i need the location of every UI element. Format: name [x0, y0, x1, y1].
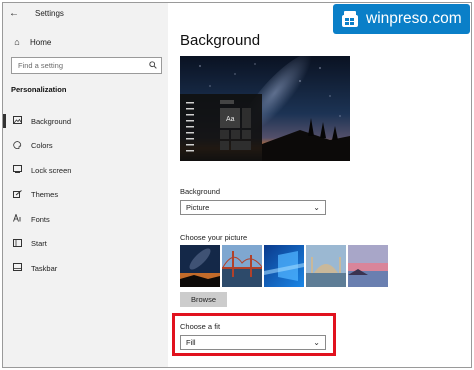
page-title: Background	[180, 32, 261, 49]
thumbnail-windows-blue[interactable]	[264, 245, 304, 287]
sidebar-item-label: Taskbar	[31, 263, 58, 273]
preview-image: Aa	[180, 56, 350, 161]
section-title: Personalization	[11, 85, 67, 94]
back-arrow-icon[interactable]: ←	[9, 8, 25, 19]
chevron-down-icon: ⌄	[313, 338, 320, 347]
search-icon[interactable]	[149, 60, 157, 71]
sidebar-item-colors[interactable]: Colors	[3, 134, 168, 159]
brush-icon	[11, 189, 23, 200]
sidebar-item-label: Background	[31, 116, 72, 126]
choose-picture-label: Choose your picture	[180, 233, 248, 242]
nav-list: Background Colors Lock screen Themes Fon…	[3, 109, 168, 281]
background-dropdown-value: Picture	[186, 203, 210, 212]
lock-screen-icon	[11, 165, 23, 175]
chevron-down-icon: ⌄	[313, 203, 320, 212]
sidebar-item-label: Lock screen	[31, 165, 72, 175]
sidebar-item-label: Fonts	[31, 214, 50, 224]
thumbnail-mosque[interactable]	[306, 245, 346, 287]
sidebar-item-label: Start	[31, 239, 47, 249]
title-bar: ← Settings	[3, 3, 168, 23]
brand-text: winpreso.com	[366, 10, 462, 27]
home-icon: ⌂	[14, 37, 20, 47]
nav-home[interactable]: ⌂ Home	[3, 33, 168, 51]
taskbar-icon	[11, 263, 23, 273]
window-title: Settings	[35, 8, 64, 18]
picture-thumbnails	[180, 245, 388, 287]
background-preview: Aa	[180, 56, 350, 161]
font-icon	[11, 213, 23, 224]
sidebar-item-lock-screen[interactable]: Lock screen	[3, 158, 168, 183]
search-placeholder: Find a setting	[18, 61, 64, 70]
background-dropdown[interactable]: Picture ⌄	[180, 200, 326, 215]
palette-icon	[11, 140, 23, 151]
settings-window: ← Settings ⌂ Home Find a setting Persona…	[2, 2, 472, 368]
preview-sample-text: Aa	[226, 116, 235, 123]
main-content: Background Aa Background Picture ⌄ Choos…	[168, 3, 471, 367]
fit-dropdown[interactable]: Fill ⌄	[180, 335, 326, 350]
brand-badge: winpreso.com	[333, 4, 470, 34]
picture-icon	[11, 116, 23, 126]
fit-dropdown-value: Fill	[186, 338, 196, 347]
background-label: Background	[180, 187, 221, 196]
nav-home-label: Home	[30, 37, 52, 47]
sidebar-item-start[interactable]: Start	[3, 232, 168, 257]
sidebar-item-label: Themes	[31, 190, 59, 200]
search-input[interactable]: Find a setting	[11, 57, 162, 74]
sidebar-item-themes[interactable]: Themes	[3, 183, 168, 208]
sidebar-item-background[interactable]: Background	[3, 109, 168, 134]
thumbnail-bridge[interactable]	[222, 245, 262, 287]
sidebar: ← Settings ⌂ Home Find a setting Persona…	[3, 3, 168, 367]
sidebar-item-label: Colors	[31, 141, 53, 151]
sidebar-item-fonts[interactable]: Fonts	[3, 207, 168, 232]
thumbnail-coast-sunset[interactable]	[348, 245, 388, 287]
sidebar-item-taskbar[interactable]: Taskbar	[3, 256, 168, 281]
winpreso-logo-icon	[339, 8, 361, 30]
start-icon	[11, 238, 23, 249]
thumbnail-night-sky[interactable]	[180, 245, 220, 287]
browse-button[interactable]: Browse	[180, 292, 227, 307]
fit-label: Choose a fit	[180, 322, 221, 331]
